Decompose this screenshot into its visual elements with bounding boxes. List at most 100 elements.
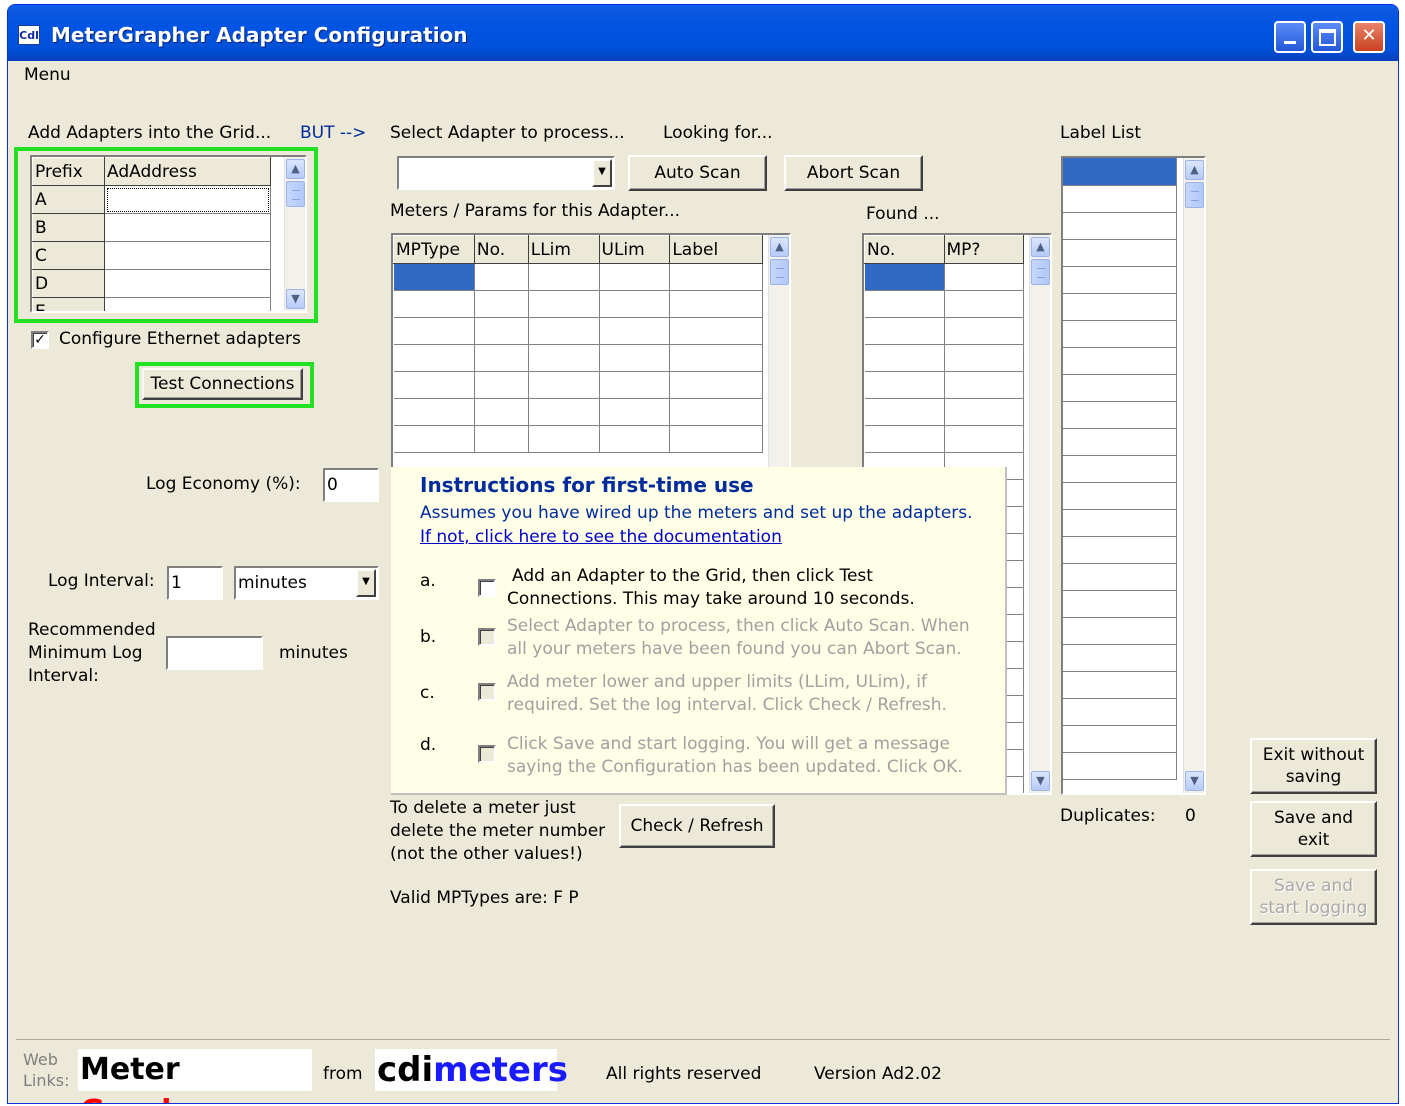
adaddress-cell-e[interactable] <box>104 297 271 311</box>
grid-row[interactable] <box>1063 482 1177 510</box>
grid-cell[interactable] <box>864 425 945 453</box>
log-economy-input[interactable]: 0 <box>323 468 379 502</box>
grid-cell[interactable] <box>1063 455 1177 483</box>
grid-cell[interactable] <box>669 290 763 318</box>
grid-cell[interactable] <box>669 371 763 399</box>
grid-row[interactable] <box>1063 374 1177 402</box>
grid-row[interactable] <box>864 263 1024 291</box>
column-header-mptype[interactable]: MPType <box>393 235 475 264</box>
grid-cell[interactable] <box>474 425 529 453</box>
column-header-adaddress[interactable]: AdAddress <box>104 157 271 186</box>
log-interval-input[interactable]: 1 <box>167 566 223 600</box>
minimize-button[interactable] <box>1274 21 1306 53</box>
adapter-grid[interactable]: Prefix AdAddress A B C D E ▲ ▼ <box>30 155 307 313</box>
chevron-down-icon[interactable]: ▼ <box>356 569 376 597</box>
grid-cell[interactable] <box>864 344 945 372</box>
scroll-down-icon[interactable]: ▼ <box>286 289 305 309</box>
grid-cell[interactable] <box>474 317 529 345</box>
grid-cell[interactable] <box>393 425 475 453</box>
grid-row[interactable] <box>393 290 763 318</box>
grid-cell[interactable] <box>599 371 671 399</box>
grid-cell[interactable] <box>1063 509 1177 537</box>
grid-row[interactable] <box>864 344 1024 372</box>
grid-row[interactable] <box>1063 725 1177 753</box>
grid-cell[interactable] <box>669 344 763 372</box>
grid-cell[interactable] <box>1063 644 1177 672</box>
grid-cell[interactable] <box>393 290 475 318</box>
grid-row[interactable] <box>1063 455 1177 483</box>
grid-cell[interactable] <box>669 317 763 345</box>
grid-cell[interactable] <box>1063 725 1177 753</box>
grid-cell[interactable] <box>474 290 529 318</box>
found-grid-scrollbar[interactable]: ▲ ▼ <box>1029 235 1050 793</box>
grid-cell[interactable] <box>669 398 763 426</box>
label-list-scrollbar[interactable]: ▲ ▼ <box>1183 158 1204 793</box>
grid-cell[interactable] <box>944 317 1024 345</box>
maximize-button[interactable] <box>1311 21 1343 53</box>
grid-row[interactable] <box>1063 185 1177 213</box>
scroll-thumb[interactable] <box>770 259 789 285</box>
column-header-ulim[interactable]: ULim <box>598 235 671 264</box>
scroll-up-icon[interactable]: ▲ <box>1185 160 1204 180</box>
grid-row[interactable] <box>1063 671 1177 699</box>
adaddress-cell-d[interactable] <box>104 269 271 298</box>
grid-cell[interactable] <box>1063 563 1177 591</box>
grid-cell[interactable] <box>393 344 475 372</box>
scroll-thumb[interactable] <box>1185 182 1204 208</box>
grid-cell[interactable] <box>599 317 671 345</box>
scroll-thumb[interactable] <box>1031 259 1050 285</box>
column-header-label[interactable]: Label <box>669 235 763 264</box>
grid-cell[interactable] <box>1063 536 1177 564</box>
test-connections-button[interactable]: Test Connections <box>142 368 303 400</box>
grid-row[interactable] <box>1063 401 1177 429</box>
grid-cell[interactable] <box>599 425 671 453</box>
grid-cell[interactable] <box>1063 374 1177 402</box>
grid-row[interactable] <box>1063 428 1177 456</box>
adaddress-cell-c[interactable] <box>104 241 271 270</box>
grid-cell[interactable] <box>669 263 763 291</box>
grid-row[interactable] <box>1063 590 1177 618</box>
grid-cell[interactable] <box>1063 320 1177 348</box>
exit-without-saving-button[interactable]: Exit without saving <box>1250 738 1377 794</box>
column-header-no[interactable]: No. <box>473 235 529 264</box>
grid-cell[interactable] <box>1063 212 1177 240</box>
grid-row[interactable] <box>393 263 763 291</box>
grid-cell[interactable] <box>944 290 1024 318</box>
grid-cell[interactable] <box>474 263 529 291</box>
grid-cell[interactable] <box>944 371 1024 399</box>
grid-cell[interactable] <box>528 290 600 318</box>
title-bar[interactable]: Cdl MeterGrapher Adapter Configuration ✕ <box>8 5 1398 61</box>
grid-row[interactable] <box>864 317 1024 345</box>
close-button[interactable]: ✕ <box>1353 21 1385 53</box>
grid-cell[interactable] <box>1063 698 1177 726</box>
grid-cell[interactable] <box>864 371 945 399</box>
grid-cell[interactable] <box>1063 293 1177 321</box>
grid-cell[interactable] <box>864 290 945 318</box>
column-header-mp[interactable]: MP? <box>943 235 1024 264</box>
grid-row[interactable] <box>1063 563 1177 591</box>
grid-cell[interactable] <box>1063 158 1177 186</box>
grid-cell[interactable] <box>864 317 945 345</box>
auto-scan-button[interactable]: Auto Scan <box>628 155 767 191</box>
grid-row[interactable] <box>1063 239 1177 267</box>
grid-row[interactable] <box>1063 617 1177 645</box>
grid-cell[interactable] <box>528 398 600 426</box>
column-header-found-no[interactable]: No. <box>864 235 945 264</box>
grid-cell[interactable] <box>599 398 671 426</box>
column-header-prefix[interactable]: Prefix <box>32 157 105 186</box>
grid-row[interactable] <box>393 344 763 372</box>
scroll-up-icon[interactable]: ▲ <box>1031 237 1050 257</box>
grid-cell[interactable] <box>528 425 600 453</box>
grid-row[interactable] <box>393 425 763 453</box>
grid-row[interactable] <box>1063 644 1177 672</box>
grid-cell[interactable] <box>393 263 475 291</box>
grid-cell[interactable] <box>393 398 475 426</box>
grid-row[interactable] <box>1063 752 1177 780</box>
grid-cell[interactable] <box>669 425 763 453</box>
grid-row[interactable] <box>864 398 1024 426</box>
grid-row[interactable] <box>1063 536 1177 564</box>
adapter-grid-scrollbar[interactable]: ▲ ▼ <box>284 157 305 311</box>
grid-row[interactable] <box>393 398 763 426</box>
grid-cell[interactable] <box>1063 239 1177 267</box>
grid-cell[interactable] <box>1063 482 1177 510</box>
